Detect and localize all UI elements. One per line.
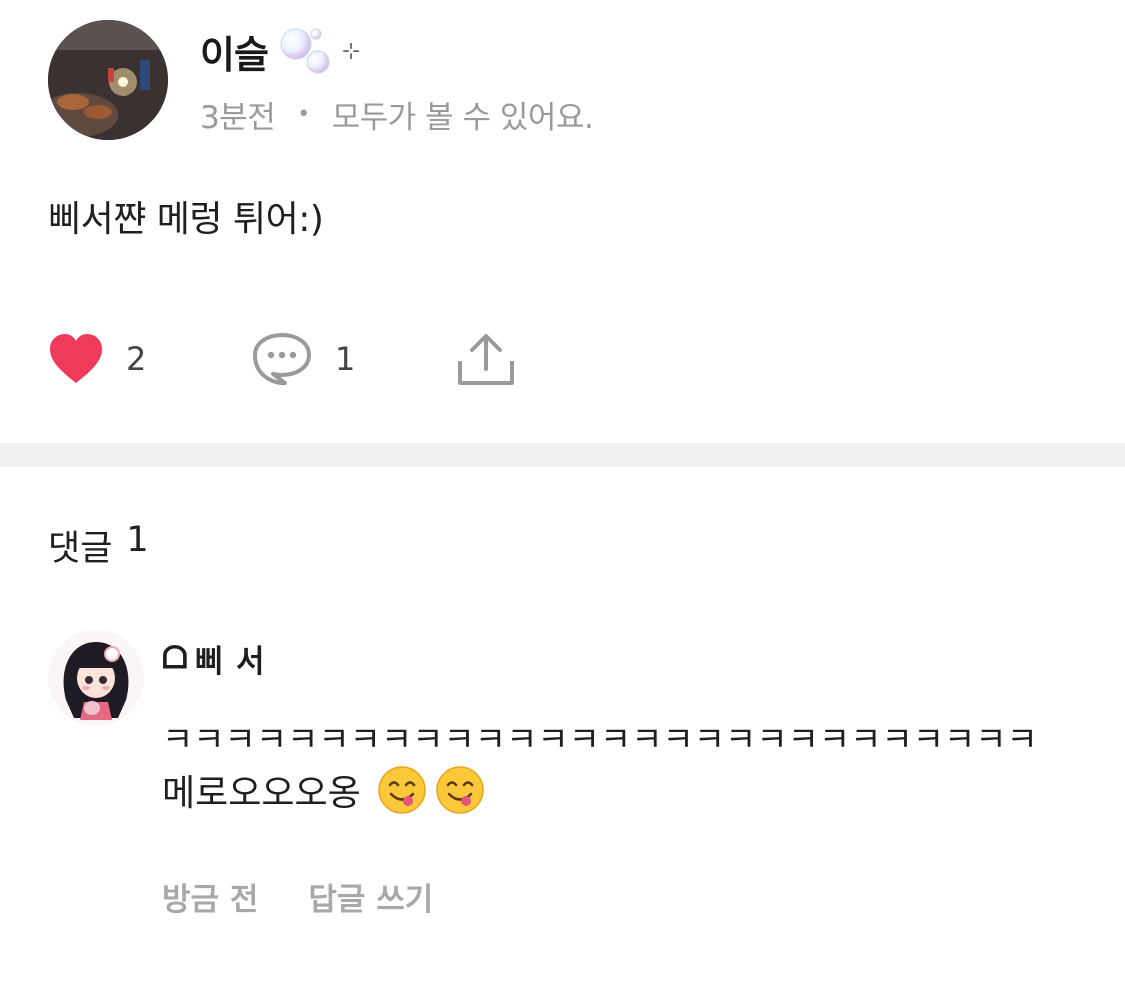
speech-bubble-icon: [253, 333, 311, 386]
yum-face-emoji: [377, 766, 426, 814]
author-avatar[interactable]: [48, 20, 168, 140]
avatar-illustration: [48, 630, 144, 726]
comment-footer: 방금 전 답글 쓰기: [162, 872, 433, 920]
avatar-photo: [48, 20, 168, 140]
post-detail-screen: 이슬 ⊹ 3분전 • 모두가 볼 수 있어요. 삐서쨘 메렁 튀어:) 2 1 …: [0, 0, 1125, 993]
commenter-name[interactable]: 삐 서: [195, 636, 266, 681]
post-body: 삐서쨘 메렁 튀어:): [48, 199, 324, 240]
comments-label: 댓글: [48, 529, 113, 569]
comments-heading: 댓글 1: [48, 520, 149, 571]
like-button[interactable]: 2: [48, 326, 146, 392]
reply-button[interactable]: 답글 쓰기: [308, 874, 433, 919]
comment-text-line-2: 메로오오오옹: [162, 762, 485, 818]
section-divider: [0, 443, 1125, 467]
share-button[interactable]: [456, 326, 516, 392]
commenter-avatar[interactable]: [48, 630, 144, 726]
comments-count: 1: [126, 520, 149, 560]
comment-text: 메로오오오옹: [162, 773, 361, 814]
author-row: 이슬 ⊹: [200, 24, 361, 79]
heart-icon: [50, 334, 102, 383]
meta-separator: •: [297, 101, 310, 127]
bubbles-icon: [280, 28, 330, 74]
post-actions: 2 1: [48, 326, 648, 392]
commenter-prefix: ᗝ: [162, 639, 189, 676]
commenter-row: ᗝ 삐 서: [162, 636, 266, 680]
share-icon: [458, 334, 514, 385]
sparkle-icon: ⊹: [341, 38, 361, 64]
post-meta: 3분전 • 모두가 볼 수 있어요.: [200, 92, 594, 136]
author-name[interactable]: 이슬: [200, 24, 269, 79]
like-count: 2: [126, 340, 147, 378]
comment-button[interactable]: 1: [251, 326, 355, 392]
visibility-label: 모두가 볼 수 있어요.: [331, 99, 594, 136]
comment-count: 1: [335, 340, 356, 378]
yum-face-emoji: [435, 766, 484, 814]
comment-text-line-1: ㅋㅋㅋㅋㅋㅋㅋㅋㅋㅋㅋㅋㅋㅋㅋㅋㅋㅋㅋㅋㅋㅋㅋㅋㅋㅋㅋㅋ: [162, 720, 1038, 760]
comment-time: 방금 전: [162, 881, 259, 918]
post-time: 3분전: [200, 99, 276, 136]
